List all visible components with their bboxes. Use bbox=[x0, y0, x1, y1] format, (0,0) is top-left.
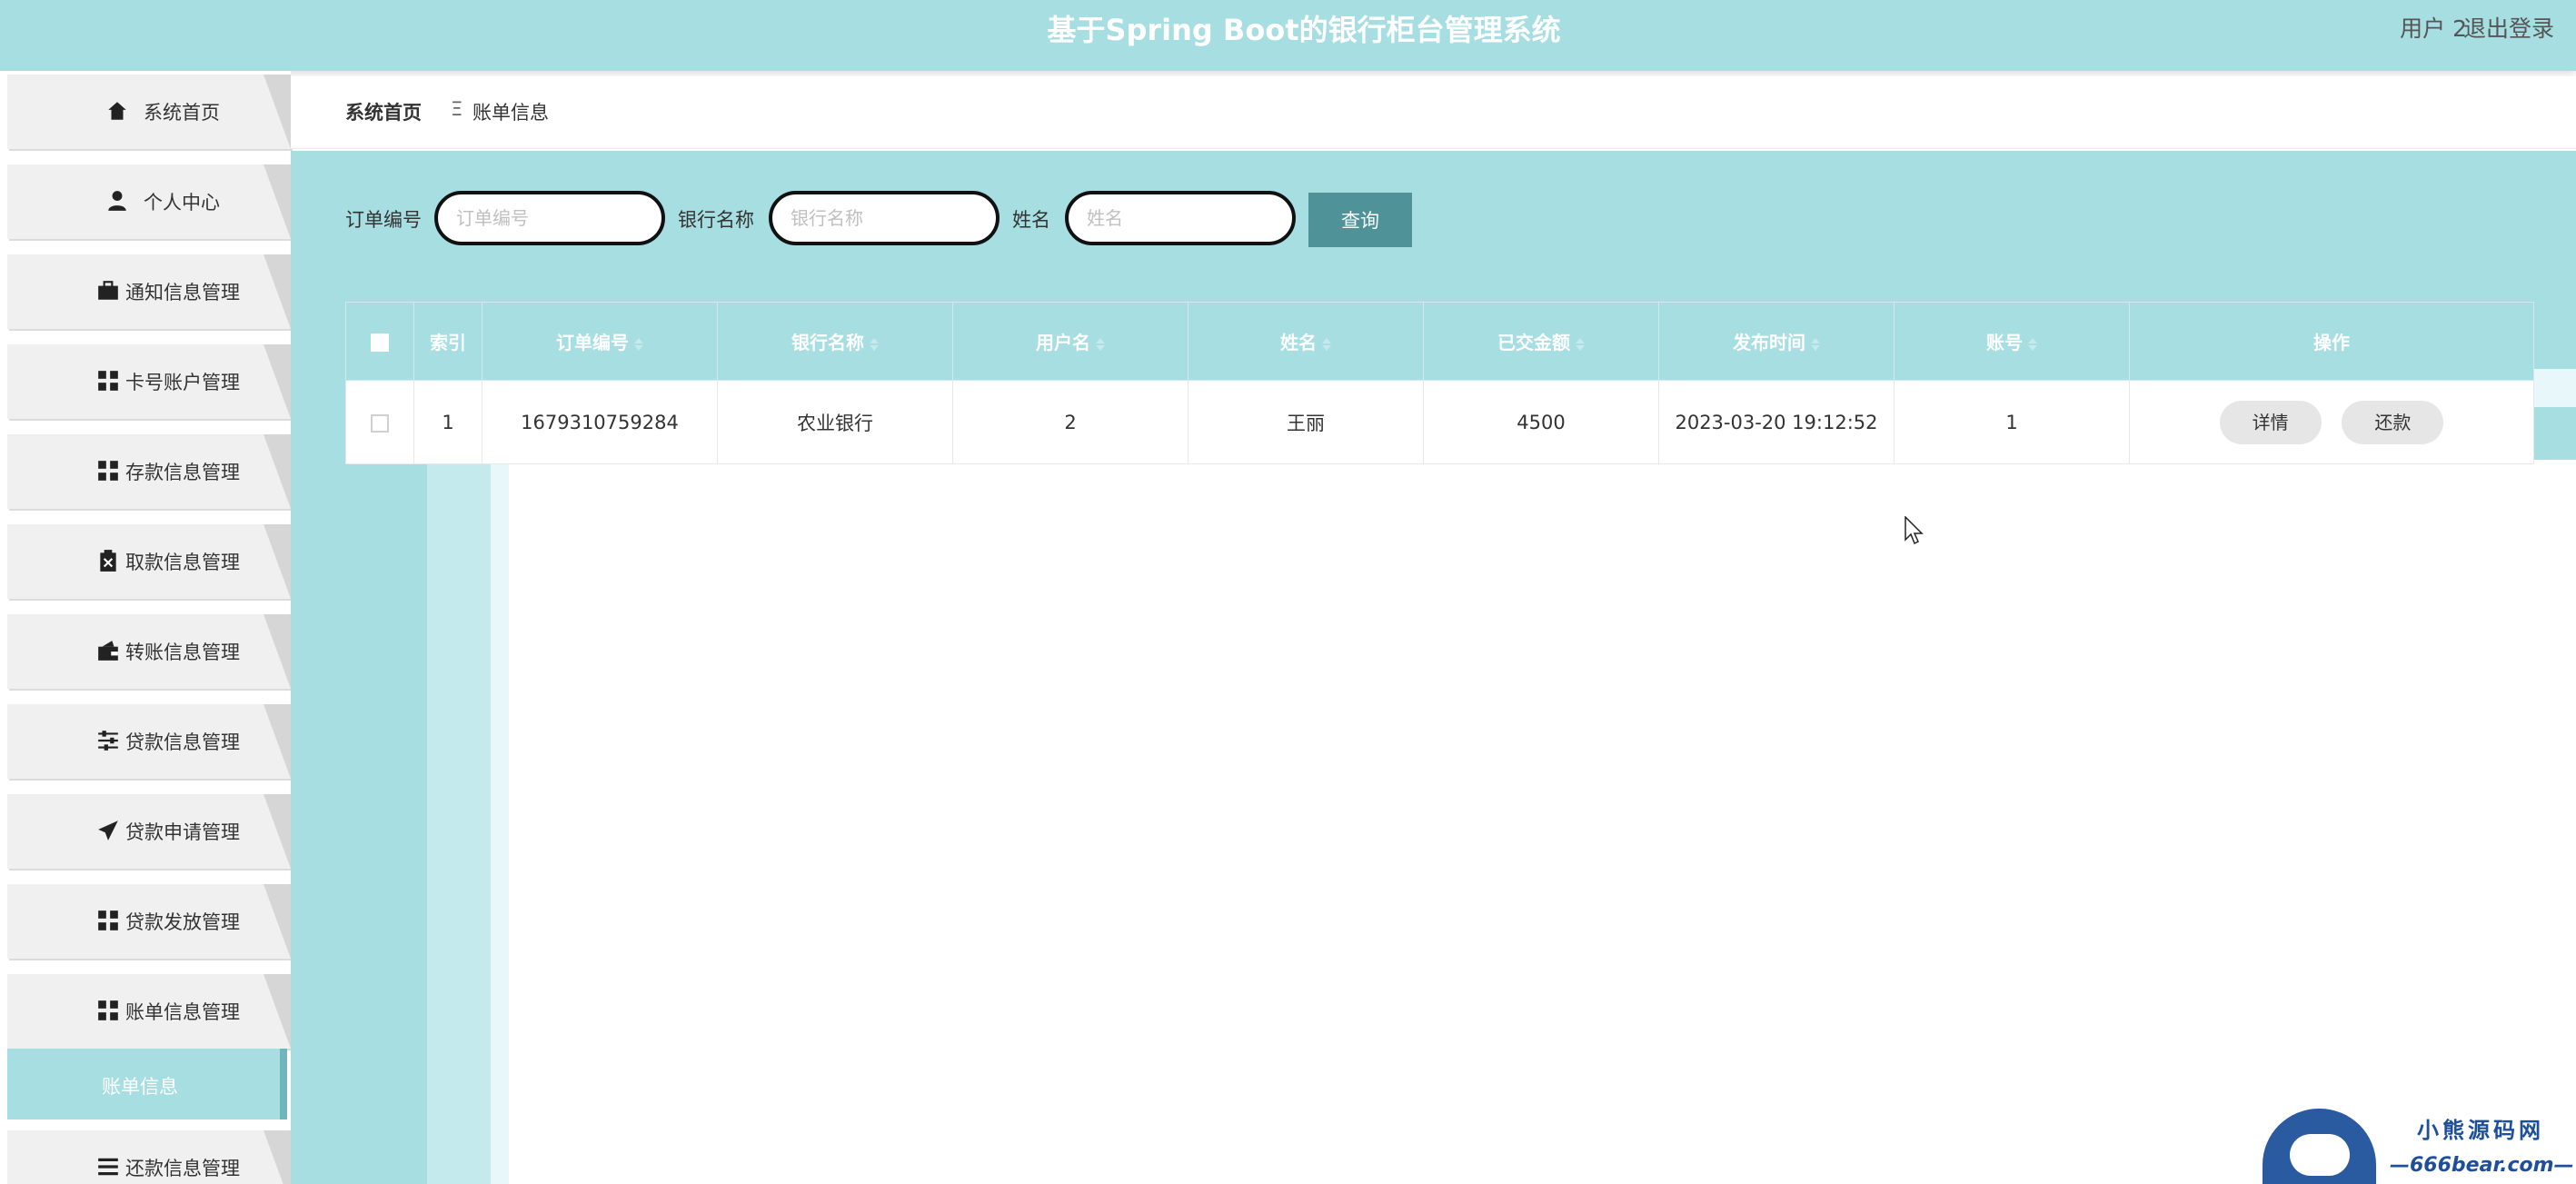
sort-icon[interactable] bbox=[2028, 337, 2037, 351]
clipboard-icon bbox=[100, 550, 116, 572]
sidebar-item-withdraw[interactable]: 取款信息管理 bbox=[7, 524, 291, 599]
cell-username: 2 bbox=[952, 380, 1189, 464]
column-header-order-no[interactable]: 订单编号 bbox=[482, 302, 718, 381]
cell-name: 王丽 bbox=[1188, 380, 1424, 464]
bill-table: 索引 订单编号 银行名称 用户名 姓名 已交金额 发布时间 账号 操作 1 16… bbox=[345, 302, 2534, 464]
background-decoration bbox=[491, 460, 509, 1184]
current-user: 用户 2 bbox=[2400, 15, 2467, 42]
sidebar: 系统首页 个人中心 通知信息管理 卡号账户管理 存款信息管理 取款信息管理 转账… bbox=[0, 71, 291, 1184]
grid-icon bbox=[98, 1000, 118, 1020]
sort-icon[interactable] bbox=[1096, 337, 1105, 351]
table-header-row: 索引 订单编号 银行名称 用户名 姓名 已交金额 发布时间 账号 操作 bbox=[345, 302, 2534, 381]
column-header-account[interactable]: 账号 bbox=[1894, 302, 2130, 381]
grid-icon bbox=[98, 910, 118, 930]
sidebar-item-label: 个人中心 bbox=[144, 192, 220, 214]
grid-icon bbox=[98, 461, 118, 481]
app-title: 基于Spring Boot的银行柜台管理系统 bbox=[1047, 13, 1561, 47]
sidebar-item-label: 系统首页 bbox=[144, 102, 220, 124]
select-all-cell bbox=[345, 302, 414, 381]
cell-paid: 4500 bbox=[1423, 380, 1659, 464]
column-header-index: 索引 bbox=[413, 302, 482, 381]
column-header-name[interactable]: 姓名 bbox=[1188, 302, 1424, 381]
sidebar-item-bill[interactable]: 账单信息管理 bbox=[7, 974, 291, 1049]
cell-index: 1 bbox=[413, 380, 482, 464]
cell-time: 2023-03-20 19:12:52 bbox=[1658, 380, 1895, 464]
user-icon bbox=[108, 191, 126, 211]
breadcrumb: 系统首页 Ξ 账单信息 bbox=[291, 76, 2576, 149]
name-input[interactable] bbox=[1065, 191, 1296, 245]
sidebar-item-loan[interactable]: 贷款信息管理 bbox=[7, 704, 291, 779]
grid-icon bbox=[98, 371, 118, 391]
sort-icon[interactable] bbox=[1811, 337, 1820, 351]
column-header-bank[interactable]: 银行名称 bbox=[717, 302, 953, 381]
top-header: 基于Spring Boot的银行柜台管理系统 用户 2 退出登录 bbox=[0, 0, 2576, 71]
sort-icon[interactable] bbox=[1576, 337, 1585, 351]
briefcase-icon bbox=[98, 281, 118, 300]
sidebar-item-label: 取款信息管理 bbox=[125, 552, 240, 573]
sliders-icon bbox=[98, 731, 118, 751]
mouse-cursor-icon bbox=[1905, 516, 1924, 545]
watermark-line1: 小熊源码网 bbox=[2417, 1118, 2544, 1143]
column-header-time[interactable]: 发布时间 bbox=[1658, 302, 1895, 381]
sidebar-item-profile[interactable]: 个人中心 bbox=[7, 164, 291, 239]
sidebar-subitem-bill-info[interactable]: 账单信息 bbox=[7, 1049, 287, 1119]
name-label: 姓名 bbox=[1012, 209, 1050, 231]
sidebar-item-loan-release[interactable]: 贷款发放管理 bbox=[7, 884, 291, 959]
bank-name-label: 银行名称 bbox=[678, 209, 754, 231]
cell-order-no: 1679310759284 bbox=[482, 380, 718, 464]
wallet-icon bbox=[98, 641, 118, 661]
sidebar-item-transfer[interactable]: 转账信息管理 bbox=[7, 614, 291, 689]
sidebar-item-label: 贷款申请管理 bbox=[125, 821, 240, 843]
logout-link[interactable]: 退出登录 bbox=[2463, 11, 2554, 44]
sort-icon[interactable] bbox=[1322, 337, 1331, 351]
column-header-paid[interactable]: 已交金额 bbox=[1423, 302, 1659, 381]
sort-icon[interactable] bbox=[634, 337, 643, 351]
breadcrumb-current: 账单信息 bbox=[472, 102, 549, 124]
table-row: 1 1679310759284 农业银行 2 王丽 4500 2023-03-2… bbox=[345, 380, 2534, 464]
content-panel bbox=[509, 460, 2576, 1184]
cell-actions: 详情 还款 bbox=[2129, 380, 2534, 464]
row-select-cell bbox=[345, 380, 414, 464]
column-header-actions: 操作 bbox=[2129, 302, 2534, 381]
breadcrumb-home[interactable]: 系统首页 bbox=[345, 98, 422, 125]
send-icon bbox=[98, 821, 118, 841]
watermark: 小熊源码网 —666bear.com— bbox=[2253, 1090, 2576, 1184]
order-no-input[interactable] bbox=[434, 191, 665, 245]
cell-bank: 农业银行 bbox=[717, 380, 953, 464]
list-icon bbox=[98, 1158, 118, 1176]
sidebar-item-card-account[interactable]: 卡号账户管理 bbox=[7, 344, 291, 419]
sidebar-item-notice[interactable]: 通知信息管理 bbox=[7, 254, 291, 329]
sidebar-item-label: 卡号账户管理 bbox=[125, 372, 240, 393]
row-checkbox[interactable] bbox=[371, 413, 389, 433]
home-icon bbox=[108, 102, 126, 120]
select-all-checkbox[interactable] bbox=[371, 333, 389, 352]
repay-button[interactable]: 还款 bbox=[2342, 400, 2444, 444]
sidebar-item-label: 转账信息管理 bbox=[125, 642, 240, 663]
sidebar-subitem-label: 账单信息 bbox=[102, 1076, 178, 1098]
sidebar-item-repay[interactable]: 还款信息管理 bbox=[7, 1130, 291, 1184]
watermark-line2: —666bear.com— bbox=[2390, 1154, 2574, 1177]
sort-icon[interactable] bbox=[870, 337, 879, 351]
sidebar-item-label: 存款信息管理 bbox=[125, 462, 240, 483]
sidebar-item-label: 账单信息管理 bbox=[125, 1001, 240, 1023]
sidebar-item-label: 还款信息管理 bbox=[125, 1158, 240, 1179]
sidebar-item-label: 通知信息管理 bbox=[125, 282, 240, 303]
sidebar-item-loan-apply[interactable]: 贷款申请管理 bbox=[7, 794, 291, 869]
order-no-label: 订单编号 bbox=[345, 209, 422, 231]
sidebar-item-home[interactable]: 系统首页 bbox=[7, 75, 291, 149]
sidebar-item-deposit[interactable]: 存款信息管理 bbox=[7, 434, 291, 509]
sidebar-item-label: 贷款发放管理 bbox=[125, 911, 240, 933]
cell-account: 1 bbox=[1894, 380, 2130, 464]
column-header-username[interactable]: 用户名 bbox=[952, 302, 1189, 381]
bank-name-input[interactable] bbox=[769, 191, 1000, 245]
detail-button[interactable]: 详情 bbox=[2219, 400, 2322, 444]
breadcrumb-separator: Ξ bbox=[451, 98, 463, 120]
query-button[interactable]: 查询 bbox=[1308, 193, 1412, 247]
bear-face bbox=[2290, 1134, 2350, 1176]
sidebar-item-label: 贷款信息管理 bbox=[125, 731, 240, 753]
